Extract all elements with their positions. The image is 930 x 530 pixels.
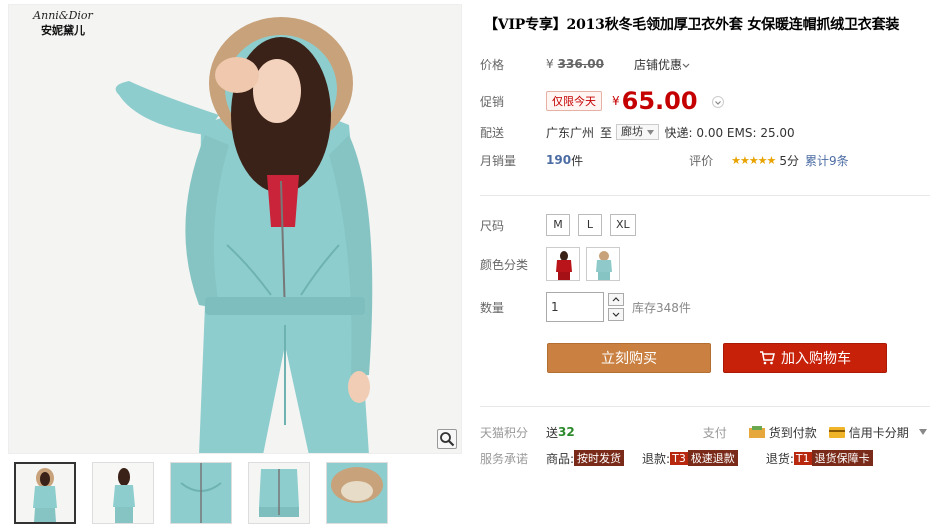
- credit-installment-link[interactable]: 信用卡分期: [849, 424, 909, 441]
- size-option-l[interactable]: L: [578, 214, 602, 236]
- price-currency: ¥: [546, 57, 554, 71]
- size-label: 尺码: [480, 218, 505, 233]
- brand-script: Anni&Dior: [33, 9, 93, 22]
- service-refund-prefix: 退款:: [642, 451, 671, 466]
- chevron-down-icon: [682, 63, 690, 68]
- main-product-image[interactable]: Anni&Dior 安妮黛儿: [8, 4, 462, 454]
- points-row: 天猫积分 送 32 支付 货到付款 信用卡分期: [480, 421, 927, 443]
- thumbnail-1[interactable]: [14, 462, 76, 524]
- add-to-cart-label: 加入购物车: [781, 351, 851, 367]
- product-info-panel: 【VIP专享】2013秋冬毛领加厚卫衣外套 女保暖连帽抓绒卫衣套装 价格 ¥ 3…: [480, 0, 930, 530]
- quantity-stepper: [608, 293, 624, 321]
- rating-label: 评价: [689, 153, 714, 168]
- quantity-row: 数量 1 库存348件: [480, 291, 691, 323]
- add-to-cart-button[interactable]: 加入购物车: [723, 343, 887, 373]
- points-send: 送: [546, 425, 559, 440]
- service-return-prefix: 退货:: [765, 451, 794, 466]
- color-label: 颜色分类: [480, 257, 529, 272]
- size-option-xl[interactable]: XL: [610, 214, 636, 236]
- shipping-label: 配送: [480, 125, 505, 140]
- sales-row: 月销量 190 件 评价 ★★★★★ 5分 累计9条: [480, 149, 849, 171]
- brand-logo: Anni&Dior 安妮黛儿: [23, 9, 103, 38]
- cart-icon: [760, 351, 775, 365]
- product-gallery: Anni&Dior 安妮黛儿: [0, 0, 462, 530]
- original-price: 336.00: [557, 57, 604, 71]
- service-goods-tag[interactable]: 按时发货: [574, 450, 625, 466]
- service-goods-prefix: 商品:: [546, 451, 575, 466]
- promo-row: 促销 仅限今天 ¥ 65.00: [480, 86, 724, 116]
- promo-expand-icon[interactable]: [711, 96, 724, 108]
- credit-card-icon: [828, 427, 845, 438]
- service-refund-tag[interactable]: 极速退款: [687, 450, 738, 466]
- destination-value: 廊坊: [621, 125, 644, 138]
- cash-on-delivery-icon: [748, 426, 765, 438]
- destination-select[interactable]: 廊坊: [616, 124, 659, 140]
- model-illustration: [9, 5, 461, 453]
- ship-from: 广东广州: [546, 125, 595, 140]
- stock-count: 库存348件: [632, 300, 691, 315]
- color-row: 颜色分类: [480, 246, 626, 282]
- ship-to-word: 至: [600, 125, 613, 140]
- color-swatch-mint[interactable]: [586, 247, 620, 281]
- promo-price: 65.00: [621, 87, 698, 115]
- size-option-m[interactable]: M: [546, 214, 570, 236]
- payment-more-icon[interactable]: [918, 429, 927, 435]
- zoom-icon[interactable]: [437, 429, 457, 449]
- quantity-increase-button[interactable]: [608, 293, 624, 306]
- review-count-link[interactable]: 累计9条: [805, 152, 849, 169]
- points-label: 天猫积分: [480, 425, 529, 440]
- price-label: 价格: [480, 57, 505, 72]
- color-swatch-red[interactable]: [546, 247, 580, 281]
- product-title: 【VIP专享】2013秋冬毛领加厚卫衣外套 女保暖连帽抓绒卫衣套装: [484, 17, 900, 33]
- monthly-sales-unit: 件: [571, 153, 584, 168]
- monthly-sales-count: 190: [546, 153, 572, 167]
- thumbnail-3[interactable]: [170, 462, 232, 524]
- thumbnail-strip: [14, 462, 388, 524]
- shop-discount-label: 店铺优惠: [633, 57, 682, 72]
- section-divider: [480, 195, 930, 196]
- thumbnail-4[interactable]: [248, 462, 310, 524]
- cash-on-delivery-link[interactable]: 货到付款: [769, 424, 817, 441]
- size-row: 尺码 M L XL: [480, 213, 644, 237]
- quantity-label: 数量: [480, 300, 505, 315]
- rating-stars: ★★★★★: [731, 153, 776, 167]
- section-divider-2: [480, 406, 930, 407]
- service-row: 服务承诺 商品: 按时发货 退款: T3 极速退款 退货: T1 退货保障卡: [480, 447, 873, 469]
- service-refund-code: T3: [670, 451, 688, 465]
- buy-now-button[interactable]: 立刻购买: [547, 343, 711, 373]
- price-row: 价格 ¥ 336.00 店铺优惠: [480, 53, 690, 75]
- today-only-badge: 仅限今天: [546, 91, 602, 111]
- service-return-code: T1: [793, 451, 812, 465]
- service-return-tag[interactable]: 退货保障卡: [811, 450, 873, 466]
- shipping-row: 配送 广东广州 至 廊坊 快递: 0.00 EMS: 25.00: [480, 121, 795, 143]
- promo-label: 促销: [480, 94, 505, 109]
- service-label: 服务承诺: [480, 451, 529, 466]
- thumbnail-5[interactable]: [326, 462, 388, 524]
- payment-label: 支付: [702, 425, 727, 440]
- quantity-decrease-button[interactable]: [608, 308, 624, 321]
- rating-score: 5分: [779, 153, 800, 168]
- monthly-sales-label: 月销量: [480, 153, 517, 168]
- caret-down-icon: [646, 130, 654, 135]
- points-value: 32: [558, 425, 575, 439]
- shipping-fees: 快递: 0.00 EMS: 25.00: [664, 125, 795, 140]
- promo-currency: ¥: [612, 94, 620, 108]
- shop-discount-dropdown[interactable]: 店铺优惠: [634, 56, 690, 73]
- quantity-input[interactable]: 1: [546, 292, 604, 322]
- brand-cn-name: 安妮黛儿: [41, 24, 85, 37]
- thumbnail-2[interactable]: [92, 462, 154, 524]
